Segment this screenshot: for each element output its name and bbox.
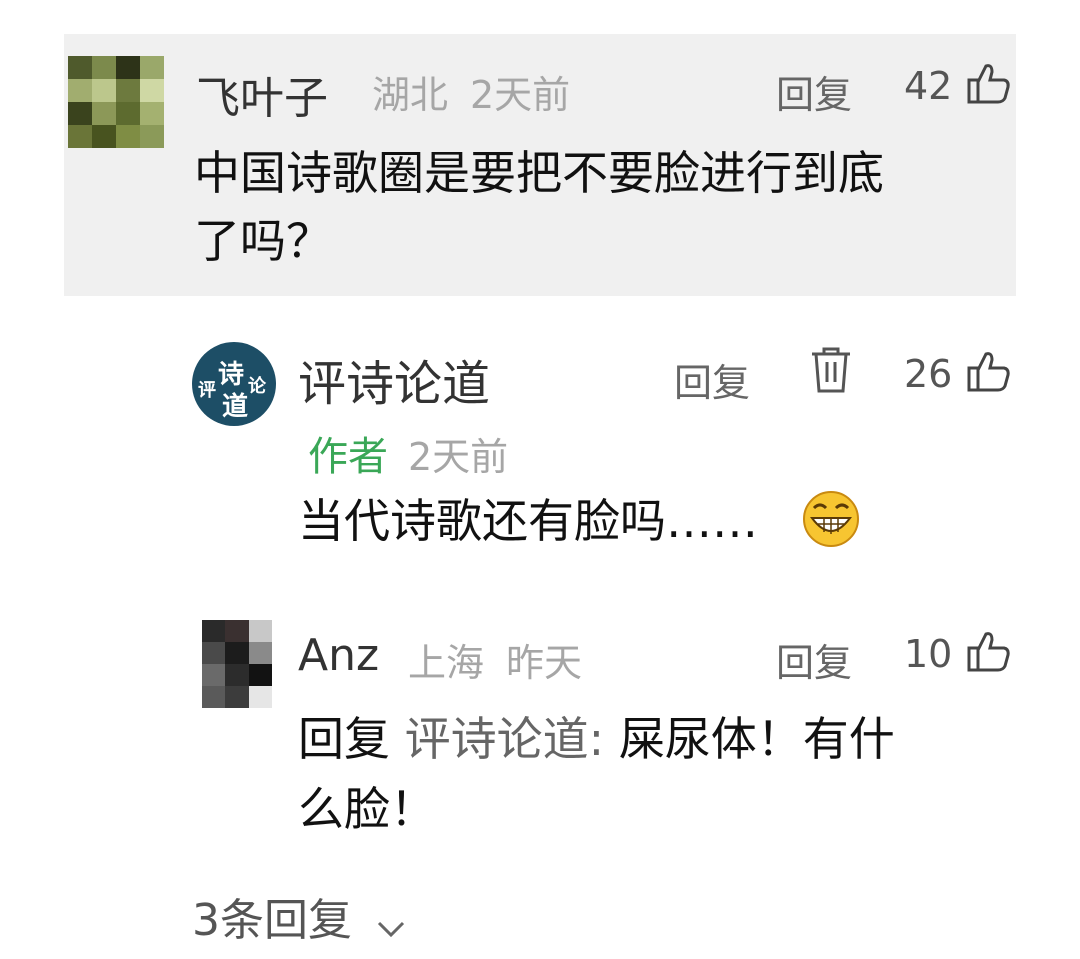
avatar-glyph-4: 道: [222, 392, 249, 422]
grinning-emoji-icon: [802, 490, 860, 548]
comment-location: 湖北: [372, 73, 449, 117]
comment-username[interactable]: 评诗论道: [298, 344, 490, 414]
comment-text-line2: 了吗？: [194, 214, 332, 268]
comment-text-line1: 回复 评诗论道: 屎尿体！有什: [298, 706, 895, 772]
thumbs-up-icon[interactable]: [966, 348, 1012, 394]
comment-time: 2天前: [470, 73, 571, 117]
more-replies-link[interactable]: 3条回复: [192, 884, 406, 949]
comment-location: 上海: [408, 641, 485, 685]
avatar-glyph-3: 论: [248, 376, 266, 397]
avatar[interactable]: [68, 56, 164, 148]
reply-button[interactable]: 回复: [776, 632, 852, 687]
comment-username[interactable]: Anz: [298, 630, 379, 681]
trash-icon[interactable]: [810, 346, 852, 394]
reply-to-user[interactable]: 评诗论道:: [405, 712, 605, 766]
reply-body: 屎尿体！有什: [618, 712, 895, 766]
thumbs-up-icon[interactable]: [966, 628, 1012, 674]
like-count: 42: [904, 64, 953, 108]
reply-prefix: 回复: [298, 712, 390, 766]
comment-time: 2天前: [408, 435, 509, 479]
avatar-glyph-1: 评: [198, 380, 216, 401]
like-count: 26: [904, 352, 953, 396]
chevron-down-icon: [376, 898, 406, 949]
comment-time: 昨天: [506, 641, 583, 685]
thumbs-up-icon[interactable]: [966, 60, 1012, 106]
author-avatar[interactable]: 评 诗 论 道: [192, 342, 276, 426]
comment-text: 当代诗歌还有脸吗……: [298, 494, 758, 548]
more-replies-label: 3条回复: [192, 895, 352, 946]
comment-text-line2: 么脸！: [298, 782, 436, 836]
like-count: 10: [904, 632, 953, 676]
comment-text-line1: 中国诗歌圈是要把不要脸进行到底: [194, 146, 884, 200]
avatar[interactable]: [202, 620, 272, 708]
reply-button[interactable]: 回复: [776, 64, 852, 119]
reply-button[interactable]: 回复: [674, 352, 750, 407]
comment-username[interactable]: 飞叶子: [196, 62, 328, 126]
author-badge: 作者: [308, 434, 388, 480]
